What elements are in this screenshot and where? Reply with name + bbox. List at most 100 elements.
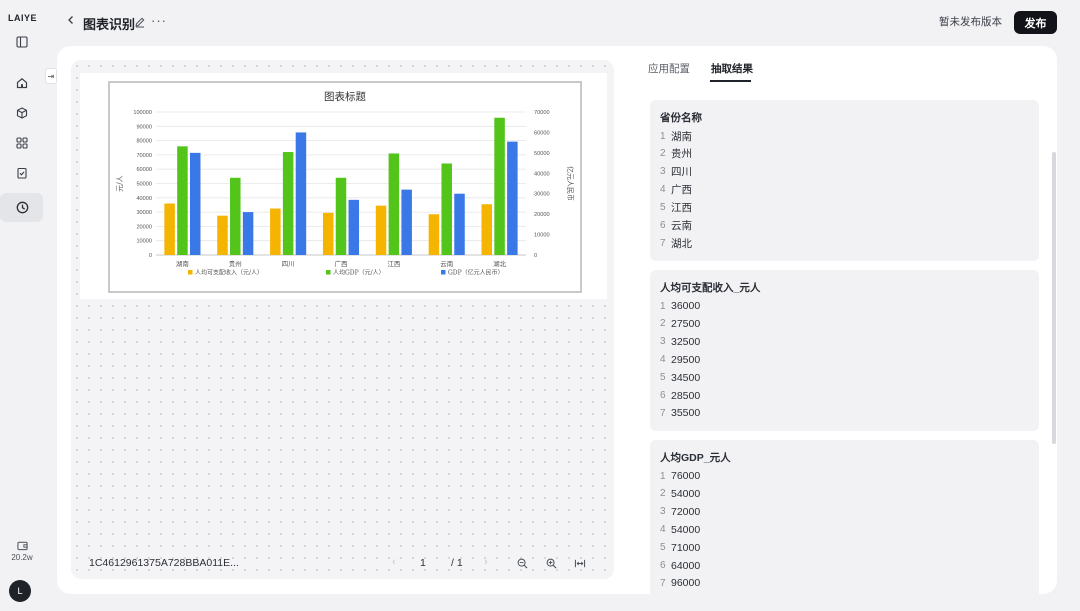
result-row[interactable]: 3 32500 [660,333,700,351]
chart-bar [295,132,307,255]
result-row[interactable]: 2 贵州 [660,145,692,163]
y2-tick-label: 20000 [534,212,550,218]
result-row[interactable]: 5 34500 [660,369,700,387]
row-value: 36000 [671,300,701,312]
chart-bar [375,205,387,255]
chart-bar [428,214,440,255]
row-value: 32500 [671,335,701,348]
next-page-button[interactable]: › [484,556,488,568]
row-index: 6 [660,560,666,571]
result-row[interactable]: 2 27500 [660,315,700,333]
result-row[interactable]: 4 29500 [660,351,700,369]
row-index: 1 [660,130,666,142]
result-row[interactable]: 6 28500 [660,387,700,405]
result-row[interactable]: 7 湖北 [660,234,692,252]
legend-swatch [188,270,193,275]
chart-bar [164,203,175,255]
fit-width-icon[interactable] [574,556,588,570]
y-tick-label: 40000 [136,196,152,202]
result-row[interactable]: 4 54000 [660,521,700,539]
chart-bar [335,177,347,255]
quota-value: 20.2w [11,553,33,562]
chart-bar [189,152,201,255]
result-row[interactable]: 7 35500 [660,404,700,422]
result-row[interactable]: 5 江西 [660,199,692,217]
results-scrollbar[interactable] [1052,152,1056,444]
row-value: 云南 [671,220,692,232]
y2-tick-label: 70000 [534,110,550,116]
result-row[interactable]: 5 71000 [660,539,700,557]
chart-bar [441,163,452,255]
quota-indicator[interactable]: 20.2w [6,540,38,562]
zoom-out-icon[interactable] [517,556,531,570]
y2-tick-label: 0 [534,253,537,259]
row-index: 7 [660,237,666,249]
result-row[interactable]: 3 四川 [660,163,692,181]
row-value: 72000 [671,505,701,518]
more-options-button[interactable]: ··· [151,13,167,28]
y-tick-label: 0 [149,253,152,259]
wallet-icon [16,541,28,551]
result-row[interactable]: 3 72000 [660,503,700,521]
chart-bar [270,208,281,255]
y2-tick-label: 50000 [534,151,550,157]
result-row[interactable]: 7 96000 [660,574,700,592]
file-id: 1C4612961375A728BBA011E... [89,557,239,569]
row-index: 7 [660,577,666,589]
result-section: 人均可支配收入_元人 1 36000 2 27500 3 32500 4 29500 5 34500… [650,270,1039,431]
row-value: 76000 [671,470,701,482]
back-button[interactable] [66,14,78,30]
x-tick-label: 云南 [440,259,454,268]
row-index: 4 [660,524,666,536]
row-index: 3 [660,506,666,518]
chart-bar [217,215,228,255]
version-status[interactable]: 暂未发布版本 [933,11,1008,33]
home-icon[interactable] [12,73,32,93]
chart-bar [242,212,254,255]
prev-page-button[interactable]: ‹ [392,556,396,568]
x-tick-label: 广西 [335,259,349,268]
tab-app-config[interactable]: 应用配置 [648,61,690,76]
task-icon[interactable] [12,163,32,183]
result-row[interactable]: 4 广西 [660,181,692,199]
y-tick-label: 50000 [136,182,152,188]
x-tick-label: 湖北 [493,259,507,268]
tab-extraction-result[interactable]: 抽取结果 [711,61,753,76]
chart-image: 图表标题 0 10000 20000 30000 40000 50000 60000 70000… [108,81,582,293]
row-value: 湖南 [671,130,692,143]
legend-swatch [441,270,446,275]
apps-icon[interactable] [12,133,32,153]
row-index: 1 [660,470,666,482]
chart-bar [494,117,505,255]
zoom-in-icon[interactable] [546,556,560,570]
edit-title-button[interactable] [134,15,148,29]
result-row[interactable]: 6 云南 [660,217,692,235]
page-current[interactable]: 1 [420,557,426,569]
y-tick-label: 20000 [136,224,152,230]
y-tick-label: 70000 [136,153,152,159]
x-tick-label: 湖南 [176,259,190,268]
y-tick-label: 100000 [133,110,152,116]
brand-logo: LAIYE [8,13,38,23]
chart-svg: 图表标题 0 10000 20000 30000 40000 50000 60000 70000… [116,90,575,277]
cube-icon[interactable] [12,103,32,123]
result-section: 省份名称 1 湖南 2 贵州 3 四川 4 广西 5 江西 6 云南 7 湖北 [650,100,1039,261]
y2-axis-label: 亿元人民币 [566,166,575,201]
result-row[interactable]: 1 76000 [660,467,700,485]
history-icon[interactable] [12,197,32,217]
result-row[interactable]: 6 64000 [660,557,700,575]
result-row[interactable]: 2 54000 [660,485,700,503]
result-row[interactable]: 1 湖南 [660,127,692,145]
row-value: 广西 [671,184,692,197]
result-section-title: 人均GDP_元人 [660,452,731,464]
row-value: 54000 [671,487,701,500]
publish-button[interactable]: 发布 [1014,11,1057,34]
row-value: 64000 [671,559,701,572]
avatar[interactable]: L [9,580,31,602]
left-rail: LAIYE 20.2w L [0,0,44,611]
row-index: 5 [660,542,666,554]
x-tick-label: 江西 [387,260,401,268]
expand-panel-button[interactable]: ⇥ [45,68,57,84]
sidebar-toggle-icon[interactable] [12,32,32,52]
result-row[interactable]: 1 36000 [660,297,700,315]
